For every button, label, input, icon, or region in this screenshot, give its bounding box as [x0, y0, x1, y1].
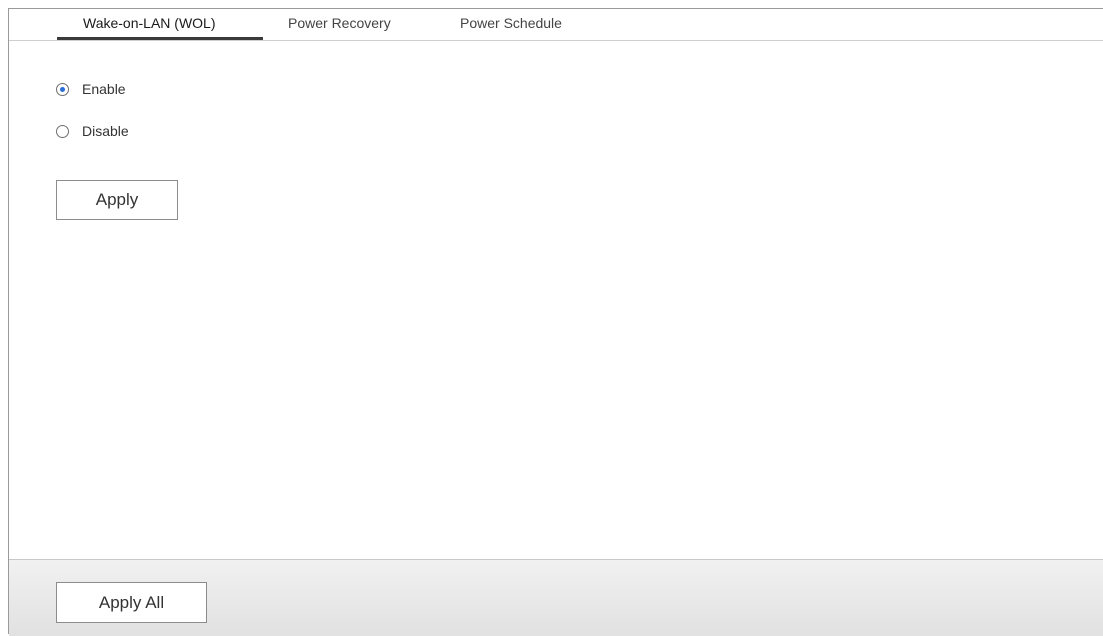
enable-label: Enable — [82, 81, 126, 97]
enable-radio[interactable] — [56, 82, 69, 96]
tab-power-recovery[interactable]: Power Recovery — [288, 15, 391, 31]
disable-radio[interactable] — [56, 124, 69, 138]
apply-button[interactable]: Apply — [56, 180, 178, 220]
disable-option[interactable]: Disable — [56, 122, 129, 140]
enable-option[interactable]: Enable — [56, 80, 126, 98]
footer-bar: Apply All — [9, 559, 1103, 636]
power-settings-panel: Wake-on-LAN (WOL) Power Recovery Power S… — [8, 8, 1103, 636]
active-tab-indicator — [57, 37, 263, 40]
apply-all-button[interactable]: Apply All — [56, 582, 207, 623]
tab-wake-on-lan[interactable]: Wake-on-LAN (WOL) — [83, 15, 216, 31]
tab-power-schedule[interactable]: Power Schedule — [460, 15, 562, 31]
tab-bar: Wake-on-LAN (WOL) Power Recovery Power S… — [9, 9, 1103, 41]
disable-label: Disable — [82, 123, 129, 139]
